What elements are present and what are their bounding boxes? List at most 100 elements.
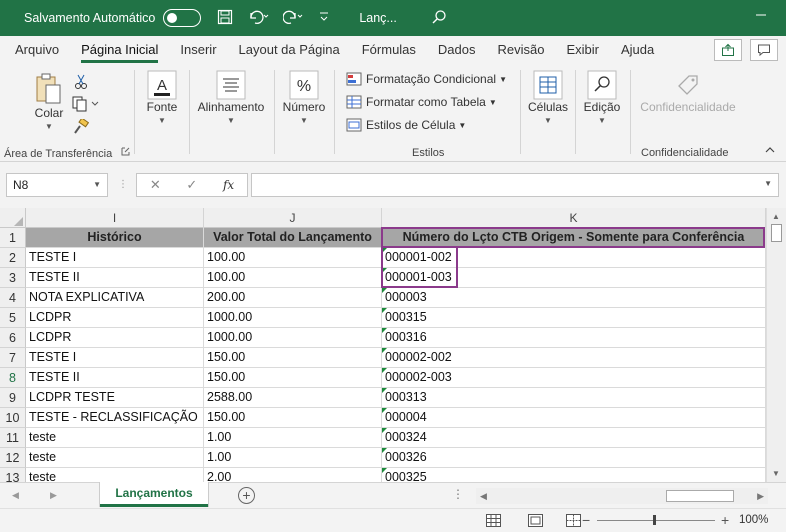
cell-valor[interactable]: 150.00 <box>204 408 382 428</box>
paste-button[interactable]: Colar ▼ <box>30 72 68 131</box>
tab-inserir[interactable]: Inserir <box>169 36 227 64</box>
tab-revisao[interactable]: Revisão <box>487 36 556 64</box>
cut-icon[interactable] <box>74 74 88 93</box>
header-cell-historico[interactable]: Histórico <box>26 228 204 248</box>
cell-hist[interactable]: teste <box>26 468 204 482</box>
number-button[interactable]: % Número ▼ <box>279 70 329 125</box>
scroll-left-icon[interactable]: ◀ <box>480 491 487 502</box>
cell-numero[interactable]: 000315 <box>382 308 766 328</box>
zoom-in-icon[interactable]: + <box>721 512 729 528</box>
cell-valor[interactable]: 100.00 <box>204 268 382 288</box>
page-break-view-icon[interactable] <box>566 514 581 530</box>
collapse-ribbon-icon[interactable] <box>764 144 776 158</box>
header-cell-numero[interactable]: Número do Lçto CTB Origem - Somente para… <box>382 228 766 248</box>
copy-icon[interactable] <box>72 96 102 115</box>
vertical-scrollbar[interactable]: ▲ ▼ <box>766 208 786 482</box>
row-header[interactable]: 2 <box>0 248 26 268</box>
name-box[interactable]: N8 ▼ <box>6 173 108 197</box>
cell-numero[interactable]: 000004 <box>382 408 766 428</box>
share-button[interactable] <box>714 39 742 61</box>
cell-hist[interactable]: LCDPR <box>26 328 204 348</box>
add-sheet-icon[interactable]: + <box>238 487 255 504</box>
tab-arquivo[interactable]: Arquivo <box>4 36 70 64</box>
cell-numero[interactable]: 000003 <box>382 288 766 308</box>
tab-formulas[interactable]: Fórmulas <box>351 36 427 64</box>
cell-hist[interactable]: TESTE I <box>26 348 204 368</box>
row-header[interactable]: 13 <box>0 468 26 482</box>
cell-valor[interactable]: 200.00 <box>204 288 382 308</box>
cell-hist[interactable]: TESTE II <box>26 268 204 288</box>
scroll-thumb[interactable] <box>771 224 782 242</box>
dialog-launcher-icon[interactable] <box>121 145 130 159</box>
cell-valor[interactable]: 2588.00 <box>204 388 382 408</box>
row-header[interactable]: 9 <box>0 388 26 408</box>
row-header[interactable]: 8 <box>0 368 26 388</box>
column-header-k[interactable]: K <box>382 208 766 228</box>
confidentiality-button[interactable]: Confidencialidade <box>636 72 740 114</box>
format-painter-icon[interactable] <box>73 117 90 138</box>
row-header[interactable]: 3 <box>0 268 26 288</box>
row-header[interactable]: 10 <box>0 408 26 428</box>
format-as-table-button[interactable]: Formatar como Tabela ▼ <box>346 95 497 109</box>
cells-button[interactable]: Células ▼ <box>526 70 570 125</box>
tab-layout-da-pagina[interactable]: Layout da Página <box>228 36 351 64</box>
cell-numero[interactable]: 000002-003 <box>382 368 766 388</box>
cell-valor[interactable]: 150.00 <box>204 348 382 368</box>
zoom-level[interactable]: 100% <box>739 514 768 526</box>
cell-valor[interactable]: 100.00 <box>204 248 382 268</box>
header-cell-valor[interactable]: Valor Total do Lançamento <box>204 228 382 248</box>
zoom-out-icon[interactable]: − <box>582 512 590 528</box>
undo-icon[interactable] <box>247 9 269 28</box>
search-icon[interactable] <box>431 9 447 28</box>
cell-hist[interactable]: LCDPR <box>26 308 204 328</box>
cell-valor[interactable]: 1000.00 <box>204 328 382 348</box>
alignment-button[interactable]: Alinhamento ▼ <box>192 70 270 125</box>
redo-icon[interactable] <box>282 9 305 28</box>
cell-valor[interactable]: 1000.00 <box>204 308 382 328</box>
select-all-corner[interactable] <box>0 208 26 228</box>
cell-valor[interactable]: 2.00 <box>204 468 382 482</box>
cell-valor[interactable]: 150.00 <box>204 368 382 388</box>
cell-numero[interactable]: 000325 <box>382 468 766 482</box>
scroll-thumb[interactable] <box>666 490 734 502</box>
column-header-i[interactable]: I <box>26 208 204 228</box>
cell-hist[interactable]: TESTE I <box>26 248 204 268</box>
row-header[interactable]: 4 <box>0 288 26 308</box>
row-header[interactable]: 5 <box>0 308 26 328</box>
row-header[interactable]: 7 <box>0 348 26 368</box>
scroll-down-icon[interactable]: ▼ <box>772 469 780 478</box>
scroll-right-icon[interactable]: ▶ <box>757 491 764 502</box>
cell-numero[interactable]: 000324 <box>382 428 766 448</box>
horizontal-scrollbar[interactable]: ◀ ▶ <box>476 488 768 504</box>
formula-input[interactable]: ▼ <box>251 173 779 197</box>
tab-ajuda[interactable]: Ajuda <box>610 36 665 64</box>
cell-hist[interactable]: teste <box>26 448 204 468</box>
column-header-j[interactable]: J <box>204 208 382 228</box>
cell-hist[interactable]: NOTA EXPLICATIVA <box>26 288 204 308</box>
cell-valor[interactable]: 1.00 <box>204 448 382 468</box>
spreadsheet-grid[interactable]: I J K 1 Histórico Valor Total do Lançament… <box>0 208 786 482</box>
zoom-slider[interactable] <box>597 515 715 525</box>
save-icon[interactable] <box>217 9 233 28</box>
more-icon[interactable]: ⋮ <box>452 487 465 501</box>
row-header[interactable]: 12 <box>0 448 26 468</box>
row-header[interactable]: 11 <box>0 428 26 448</box>
editing-button[interactable]: Edição ▼ <box>580 70 624 125</box>
font-button[interactable]: A Fonte ▼ <box>140 70 184 125</box>
customize-quick-access-icon[interactable] <box>319 11 329 26</box>
tab-exibir[interactable]: Exibir <box>555 36 610 64</box>
normal-view-icon[interactable] <box>486 514 501 530</box>
cell-numero[interactable]: 000001-002 <box>382 248 766 268</box>
cell-hist[interactable]: TESTE - RECLASSIFICAÇÃO <box>26 408 204 428</box>
scroll-up-icon[interactable]: ▲ <box>772 212 780 221</box>
cell-valor[interactable]: 1.00 <box>204 428 382 448</box>
cell-numero[interactable]: 000313 <box>382 388 766 408</box>
cell-styles-button[interactable]: Estilos de Célula ▼ <box>346 118 466 132</box>
cell-numero[interactable]: 000002-002 <box>382 348 766 368</box>
cell-numero[interactable]: 000316 <box>382 328 766 348</box>
cell-hist[interactable]: teste <box>26 428 204 448</box>
chevron-down-icon[interactable]: ▼ <box>93 174 101 196</box>
page-layout-view-icon[interactable] <box>528 514 543 530</box>
minimize-icon[interactable] <box>754 8 768 25</box>
prev-sheet-icon[interactable]: ◀ <box>12 490 19 501</box>
